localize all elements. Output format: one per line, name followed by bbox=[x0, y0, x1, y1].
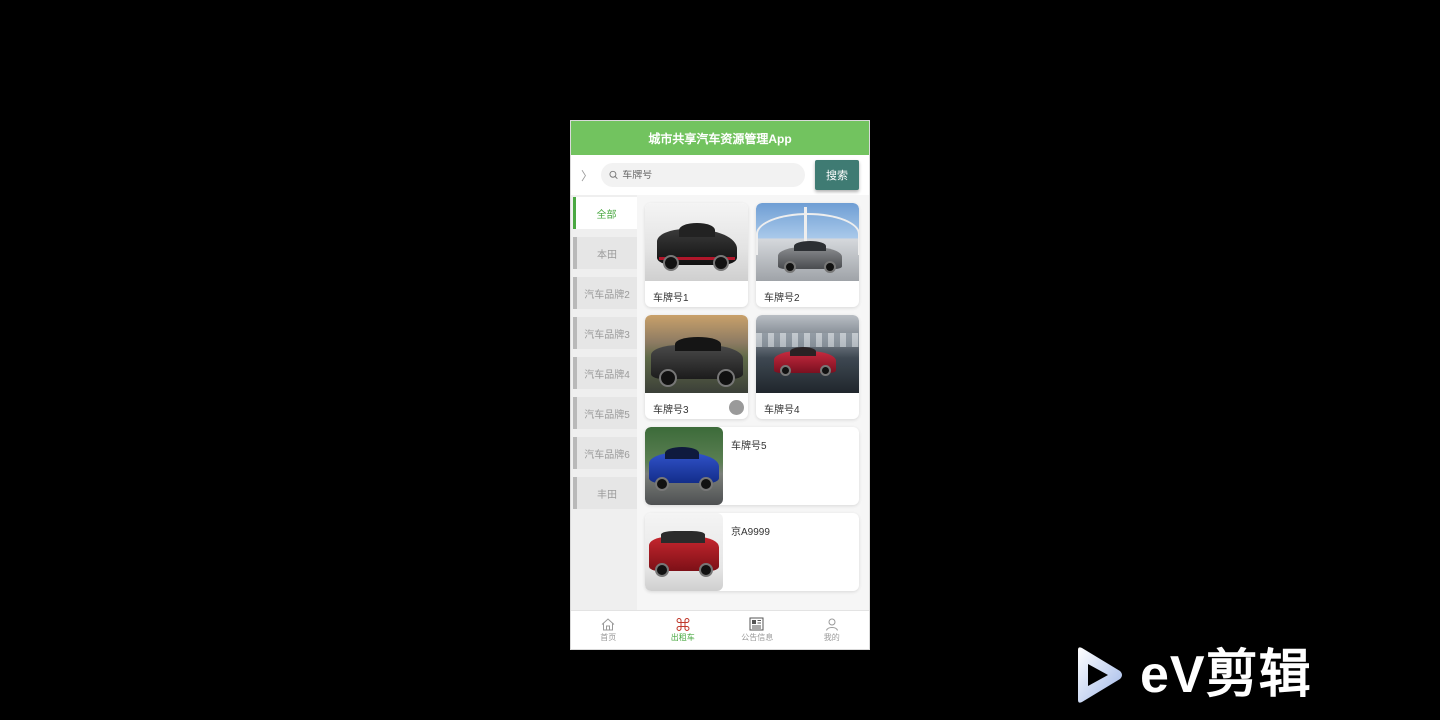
tab-label: 首页 bbox=[600, 632, 617, 642]
newspaper-icon bbox=[749, 617, 764, 631]
search-icon bbox=[609, 170, 618, 180]
tab-label: 出租车 bbox=[670, 632, 695, 642]
search-box[interactable] bbox=[601, 163, 805, 187]
bottom-tab-bar: 首页 出租车 公告信息 我的 bbox=[571, 610, 869, 649]
category-item-brand6[interactable]: 汽车品牌6 bbox=[573, 437, 637, 469]
car-photo bbox=[645, 513, 723, 591]
car-card[interactable]: 车牌号3 bbox=[645, 315, 748, 419]
car-list: 车牌号1 车牌号2 车牌号3 车牌号4 车牌号5 京A9999 bbox=[637, 195, 869, 611]
search-input[interactable] bbox=[622, 169, 797, 181]
ev-watermark: eV剪辑 bbox=[1070, 644, 1312, 706]
car-photo bbox=[645, 203, 748, 281]
car-plate-label: 车牌号5 bbox=[731, 441, 767, 452]
category-item-brand5[interactable]: 汽车品牌5 bbox=[573, 397, 637, 429]
app-window: 城市共享汽车资源管理App 〉 搜索 全部 本田 汽车品牌2 汽车品牌3 汽车品… bbox=[570, 120, 870, 650]
car-card[interactable]: 车牌号1 bbox=[645, 203, 748, 307]
tab-label: 公告信息 bbox=[741, 633, 774, 642]
category-item-brand3[interactable]: 汽车品牌3 bbox=[573, 317, 637, 349]
category-item-brand4[interactable]: 汽车品牌4 bbox=[573, 357, 637, 389]
car-photo bbox=[756, 315, 859, 393]
category-item-honda[interactable]: 本田 bbox=[573, 237, 637, 269]
car-photo bbox=[756, 203, 859, 281]
tab-profile[interactable]: 我的 bbox=[795, 611, 870, 649]
search-row: 〉 搜索 bbox=[571, 155, 869, 195]
chevron-right-icon[interactable]: 〉 bbox=[579, 167, 595, 184]
tab-rental-cars[interactable]: 出租车 bbox=[646, 611, 721, 649]
tab-label: 我的 bbox=[823, 632, 840, 642]
user-icon bbox=[825, 618, 838, 631]
app-header: 城市共享汽车资源管理App bbox=[571, 121, 869, 155]
car-card[interactable]: 车牌号2 bbox=[756, 203, 859, 307]
category-item-brand2[interactable]: 汽车品牌2 bbox=[573, 277, 637, 309]
category-sidebar: 全部 本田 汽车品牌2 汽车品牌3 汽车品牌4 汽车品牌5 汽车品牌6 丰田 bbox=[571, 195, 637, 611]
car-list-item[interactable]: 京A9999 bbox=[645, 513, 859, 591]
car-plate-label: 车牌号4 bbox=[764, 405, 800, 416]
car-plate-label: 车牌号1 bbox=[653, 293, 689, 304]
car-card[interactable]: 车牌号4 bbox=[756, 315, 859, 419]
car-list-item[interactable]: 车牌号5 bbox=[645, 427, 859, 505]
app-title: 城市共享汽车资源管理App bbox=[648, 131, 792, 146]
home-icon bbox=[601, 617, 615, 630]
search-button[interactable]: 搜索 bbox=[815, 160, 859, 190]
category-item-toyota[interactable]: 丰田 bbox=[573, 477, 637, 509]
tab-home[interactable]: 首页 bbox=[571, 611, 646, 649]
watermark-text: eV剪辑 bbox=[1140, 646, 1312, 704]
car-plate-label: 车牌号2 bbox=[764, 293, 800, 304]
car-photo bbox=[645, 427, 723, 505]
car-plate-label: 京A9999 bbox=[731, 527, 770, 538]
floating-dot[interactable] bbox=[729, 400, 744, 415]
main-area: 全部 本田 汽车品牌2 汽车品牌3 汽车品牌4 汽车品牌5 汽车品牌6 丰田 车… bbox=[571, 195, 869, 611]
play-logo-icon bbox=[1078, 647, 1122, 703]
car-photo bbox=[645, 315, 748, 393]
category-item-all[interactable]: 全部 bbox=[573, 197, 637, 229]
command-icon bbox=[676, 617, 690, 631]
tab-announcements[interactable]: 公告信息 bbox=[720, 611, 795, 649]
